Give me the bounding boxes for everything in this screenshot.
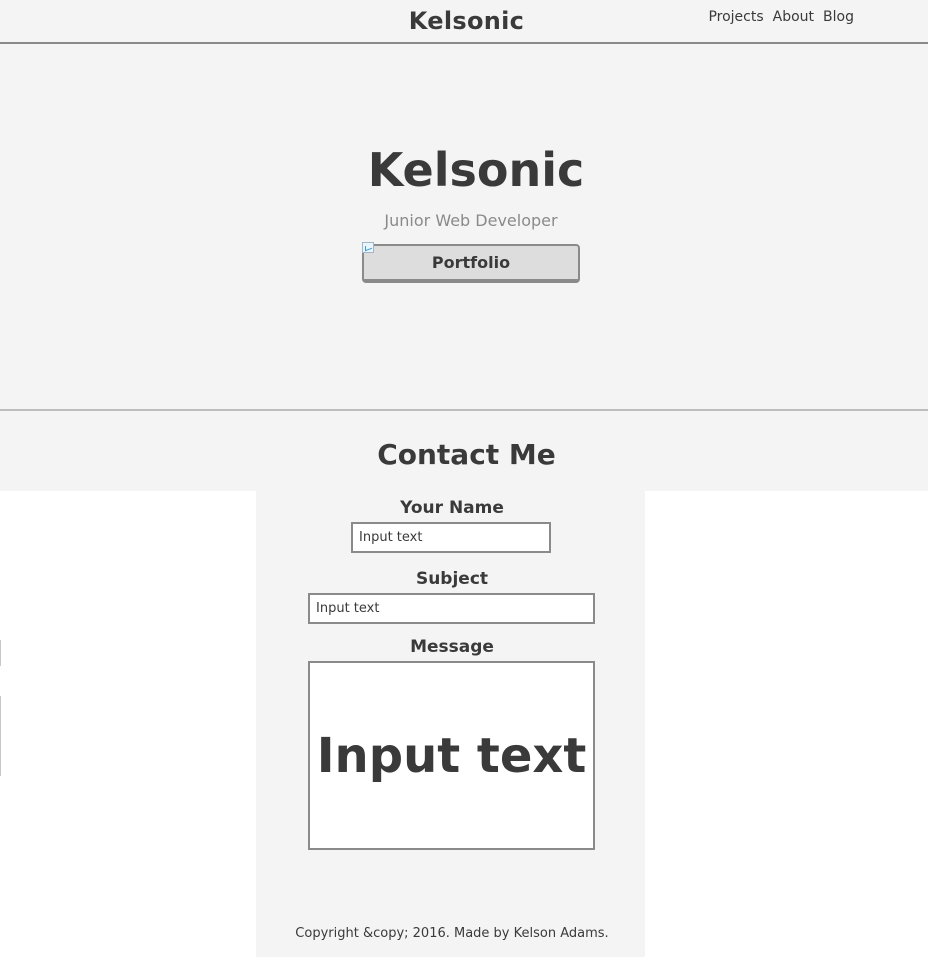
broken-image-icon (362, 242, 374, 253)
subject-input[interactable] (308, 593, 595, 624)
message-label: Message (410, 637, 494, 657)
nav-link-about[interactable]: About (773, 9, 814, 25)
portfolio-button[interactable]: Portfolio (362, 244, 580, 283)
hero-title: Kelsonic (367, 143, 585, 197)
message-textarea[interactable]: Input text (308, 661, 595, 850)
nav-links: Projects About Blog (708, 9, 854, 25)
contact-title: Contact Me (377, 438, 556, 471)
footer-copyright: Copyright &copy; 2016. Made by Kelson Ad… (295, 926, 609, 941)
nav-link-blog[interactable]: Blog (823, 9, 854, 25)
hero-subtitle: Junior Web Developer (384, 211, 558, 230)
edge-divider (0, 640, 1, 666)
top-navbar: Kelsonic Projects About Blog (0, 0, 928, 44)
name-label: Your Name (400, 498, 504, 518)
hero-section: Kelsonic Junior Web Developer Portfolio (0, 44, 928, 411)
contact-header: Contact Me (0, 411, 928, 491)
edge-divider (0, 696, 1, 776)
nav-link-projects[interactable]: Projects (708, 9, 763, 25)
subject-label: Subject (415, 569, 489, 589)
name-input[interactable] (351, 522, 551, 553)
contact-form: Your Name Subject Message Input text Cop… (256, 491, 645, 957)
